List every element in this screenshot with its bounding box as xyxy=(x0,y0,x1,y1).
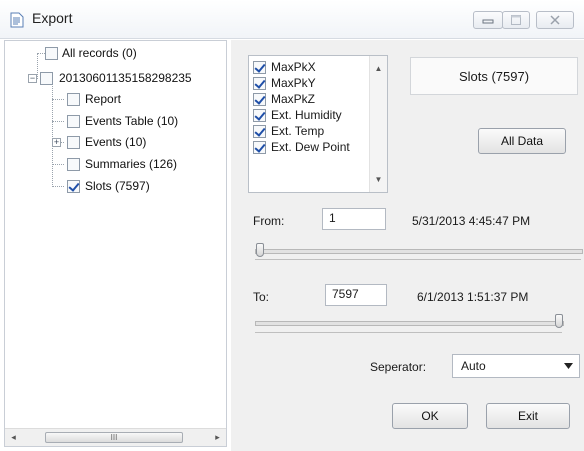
window-title: Export xyxy=(32,10,73,26)
channel-checkbox[interactable] xyxy=(253,77,266,90)
separator-label: Seperator: xyxy=(370,360,427,374)
maximize-button[interactable] xyxy=(502,11,530,29)
channel-label: Ext. Humidity xyxy=(271,108,342,122)
from-slider-track[interactable] xyxy=(255,249,583,254)
tree-connector xyxy=(52,99,64,100)
tree-connector xyxy=(37,53,38,79)
separator-select[interactable]: Auto xyxy=(452,354,580,378)
tree-label-events-table: Events Table (10) xyxy=(85,114,179,128)
scroll-up-icon[interactable]: ▲ xyxy=(370,60,387,77)
channel-checkbox[interactable] xyxy=(253,125,266,138)
channel-checkbox[interactable] xyxy=(253,141,266,154)
from-label: From: xyxy=(253,214,285,228)
close-icon xyxy=(550,15,560,25)
channel-label: Ext. Temp xyxy=(271,124,325,138)
channel-label: Ext. Dew Point xyxy=(271,140,350,154)
collapse-icon[interactable]: − xyxy=(28,74,37,83)
from-field[interactable]: 1 xyxy=(322,208,386,230)
slots-count-label: Slots (7597) xyxy=(458,69,530,84)
tree-horizontal-scrollbar[interactable]: ◂ III ▸ xyxy=(5,428,226,446)
tree-connector xyxy=(37,53,45,54)
chevron-down-icon xyxy=(564,363,573,369)
minimize-icon xyxy=(482,19,494,24)
channel-list[interactable]: MaxPkX MaxPkY MaxPkZ Ext. Humidity Ext. … xyxy=(248,55,388,193)
minimize-button[interactable] xyxy=(473,11,503,29)
scroll-grip: III xyxy=(110,433,118,442)
channel-label: MaxPkY xyxy=(271,76,316,90)
to-slider-baseline xyxy=(255,332,562,333)
from-slider-thumb[interactable] xyxy=(256,243,264,257)
tree-checkbox-all-records[interactable] xyxy=(45,47,58,60)
title-bar[interactable]: Export xyxy=(0,0,584,39)
channel-checkbox[interactable] xyxy=(253,61,266,74)
to-field[interactable]: 7597 xyxy=(325,284,387,306)
ok-button[interactable]: OK xyxy=(392,403,468,429)
channel-label: MaxPkZ xyxy=(271,92,316,106)
tree-checkbox-events[interactable] xyxy=(67,136,80,149)
tree-label-slots: Slots (7597) xyxy=(85,179,150,193)
to-slider-thumb[interactable] xyxy=(555,314,563,328)
tree-checkbox-report[interactable] xyxy=(67,93,80,106)
scrollbar-thumb[interactable]: III xyxy=(45,432,183,443)
tree-checkbox-events-table[interactable] xyxy=(67,115,80,128)
channel-checkbox[interactable] xyxy=(253,109,266,122)
tree-checkbox-session[interactable] xyxy=(40,72,53,85)
close-button[interactable] xyxy=(536,11,574,29)
record-tree[interactable]: All records (0) − 20130601135158298235 R… xyxy=(4,40,227,447)
tree-checkbox-summaries[interactable] xyxy=(67,158,80,171)
all-data-button[interactable]: All Data xyxy=(478,128,566,154)
scroll-right-icon[interactable]: ▸ xyxy=(209,429,226,446)
channel-list-scrollbar[interactable]: ▲ ▼ xyxy=(369,56,387,192)
maximize-icon xyxy=(511,15,521,25)
channel-checkbox[interactable] xyxy=(253,93,266,106)
expand-icon[interactable]: + xyxy=(52,138,61,147)
tree-label-session: 20130601135158298235 xyxy=(59,71,192,85)
to-label: To: xyxy=(253,290,270,304)
slots-count-display: Slots (7597) xyxy=(410,57,578,95)
tree-label-report: Report xyxy=(85,92,122,106)
exit-button[interactable]: Exit xyxy=(486,403,570,429)
tree-label-summaries: Summaries (126) xyxy=(85,157,178,171)
tree-connector xyxy=(52,164,64,165)
from-timestamp: 5/31/2013 4:45:47 PM xyxy=(412,214,531,228)
to-timestamp: 6/1/2013 1:51:37 PM xyxy=(417,290,529,304)
export-window: Export All records (0) − 201306011351582… xyxy=(0,0,584,451)
scroll-down-icon[interactable]: ▼ xyxy=(370,171,387,188)
tree-label-all-records: All records (0) xyxy=(62,46,137,60)
separator-value: Auto xyxy=(461,359,486,373)
to-slider-track[interactable] xyxy=(255,321,564,326)
tree-checkbox-slots[interactable] xyxy=(67,180,80,193)
tree-connector xyxy=(52,186,64,187)
from-slider-baseline xyxy=(255,259,581,260)
scroll-left-icon[interactable]: ◂ xyxy=(5,429,22,446)
tree-connector xyxy=(52,121,64,122)
channel-label: MaxPkX xyxy=(271,60,316,74)
tree-label-events: Events (10) xyxy=(85,135,147,149)
document-icon xyxy=(10,12,24,28)
